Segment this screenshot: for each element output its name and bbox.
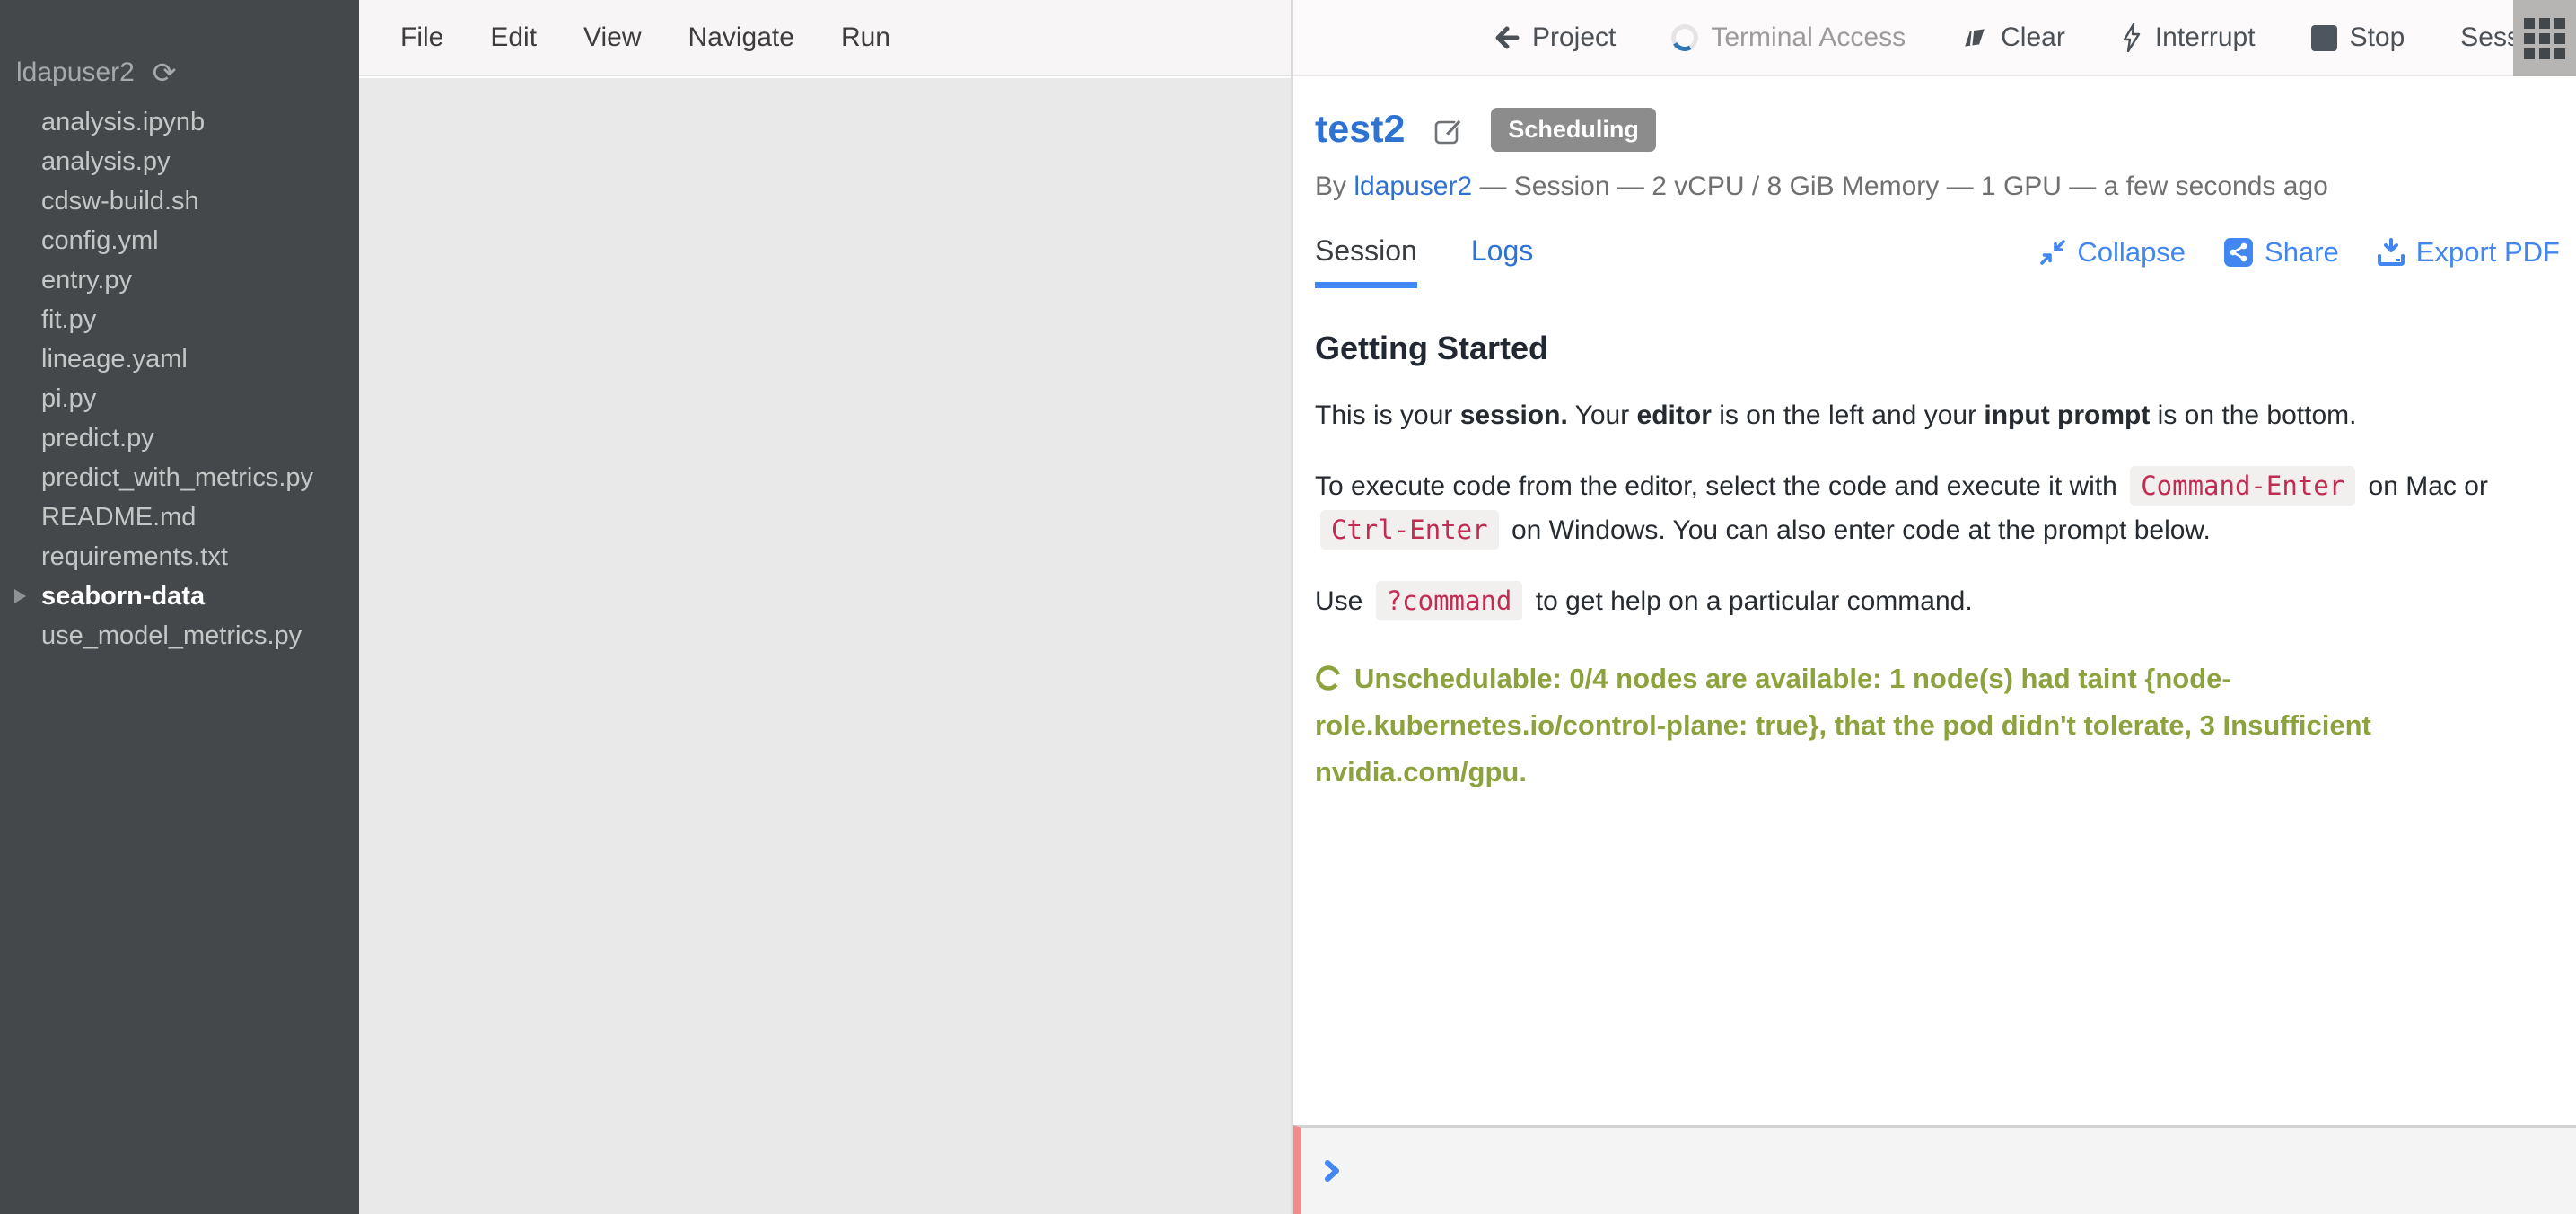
collapse-label: Collapse [2077,236,2186,268]
editor-menubar: File Edit View Navigate Run [359,0,1291,76]
getting-started-heading: Getting Started [1315,330,2563,367]
session-toolbar: Project Terminal Access Clear Interrupt … [1293,0,2576,76]
clear-label: Clear [2001,22,2065,53]
stop-button[interactable]: Stop [2311,22,2405,53]
scheduling-warning: Unschedulable: 0/4 nodes are available: … [1315,655,2563,796]
file-item[interactable]: predict_with_metrics.py [0,458,359,497]
file-item[interactable]: requirements.txt [0,537,359,576]
share-label: Share [2265,236,2339,268]
command-help-chip: ?command [1376,581,1523,620]
project-back-label: Project [1532,22,1616,53]
eraser-icon [1961,24,1988,51]
session-title-row: test2 Scheduling [1315,108,2563,152]
editor-pane[interactable] [359,78,1291,1214]
byline-details: — Session — 2 vCPU / 8 GiB Memory — 1 GP… [1472,172,2328,201]
session-pane: Project Terminal Access Clear Interrupt … [1293,0,2576,1214]
byline-user-link[interactable]: ldapuser2 [1354,172,1472,201]
terminal-access-label: Terminal Access [1711,22,1906,53]
byline-prefix: By [1315,172,1354,201]
share-icon [2223,237,2254,268]
command-enter-chip: Command-Enter [2130,466,2355,506]
interrupt-label: Interrupt [2155,22,2256,53]
tabs: Session Logs [1315,234,1533,288]
refresh-icon[interactable]: ⟳ [153,58,177,87]
project-back-button[interactable]: Project [1493,22,1616,53]
menu-file[interactable]: File [400,22,443,53]
menu-edit[interactable]: Edit [490,22,537,53]
folder-item-seaborn-data[interactable]: seaborn-data [0,576,359,616]
download-icon [2377,238,2405,267]
pending-circle-icon [1315,664,1342,691]
share-button[interactable]: Share [2223,236,2339,268]
file-list: analysis.ipynb analysis.py cdsw-build.sh… [0,102,359,655]
session-title: test2 [1315,108,1405,152]
file-item[interactable]: entry.py [0,260,359,300]
lightning-bolt-icon [2121,23,2142,52]
file-item[interactable]: lineage.yaml [0,339,359,379]
app-switcher-button[interactable] [2513,0,2576,76]
status-badge: Scheduling [1491,108,1656,152]
collapse-icon [2039,239,2066,266]
folder-label: seaborn-data [41,582,205,611]
project-name: ldapuser2 [16,57,135,88]
tab-session[interactable]: Session [1315,234,1417,288]
session-content: test2 Scheduling By ldapuser2 — Session … [1293,77,2576,1125]
file-item[interactable]: use_model_metrics.py [0,616,359,655]
file-item[interactable]: pi.py [0,379,359,418]
arrow-left-icon [1493,24,1520,51]
file-item[interactable]: predict.py [0,418,359,458]
session-byline: By ldapuser2 — Session — 2 vCPU / 8 GiB … [1315,172,2563,202]
loading-spinner-icon [1669,22,1702,55]
execute-paragraph: To execute code from the editor, select … [1315,464,2563,552]
app-grid-icon [2524,18,2565,59]
export-pdf-label: Export PDF [2416,236,2560,268]
tab-logs[interactable]: Logs [1471,234,1533,288]
project-header: ldapuser2 ⟳ [0,0,359,88]
file-sidebar: ldapuser2 ⟳ analysis.ipynb analysis.py c… [0,0,359,1214]
ctrl-enter-chip: Ctrl-Enter [1320,510,1499,550]
stop-label: Stop [2350,22,2405,53]
input-prompt[interactable] [1293,1125,2576,1214]
menu-navigate[interactable]: Navigate [688,22,794,53]
stop-icon [2311,25,2337,51]
expand-caret-icon[interactable] [14,589,26,603]
file-item[interactable]: cdsw-build.sh [0,181,359,221]
collapse-button[interactable]: Collapse [2039,236,2186,268]
edit-title-icon[interactable] [1432,114,1464,146]
session-actions: Collapse Share [2039,236,2560,268]
menu-view[interactable]: View [583,22,641,53]
help-paragraph: Use ?command to get help on a particular… [1315,579,2563,623]
file-item[interactable]: config.yml [0,221,359,260]
warning-text: Unschedulable: 0/4 nodes are available: … [1315,663,2371,787]
file-item[interactable]: fit.py [0,300,359,339]
menu-run[interactable]: Run [841,22,890,53]
prompt-chevron-icon [1321,1157,1345,1185]
file-item[interactable]: analysis.py [0,142,359,181]
file-item[interactable]: README.md [0,497,359,537]
export-pdf-button[interactable]: Export PDF [2377,236,2560,268]
interrupt-button[interactable]: Interrupt [2121,22,2256,53]
terminal-access-button[interactable]: Terminal Access [1671,22,1906,53]
clear-button[interactable]: Clear [1961,22,2065,53]
intro-paragraph: This is your session. Your editor is on … [1315,394,2563,437]
file-item[interactable]: analysis.ipynb [0,102,359,142]
session-tabbar: Session Logs Collapse [1315,234,2563,288]
pane-divider[interactable] [1291,0,1293,1214]
